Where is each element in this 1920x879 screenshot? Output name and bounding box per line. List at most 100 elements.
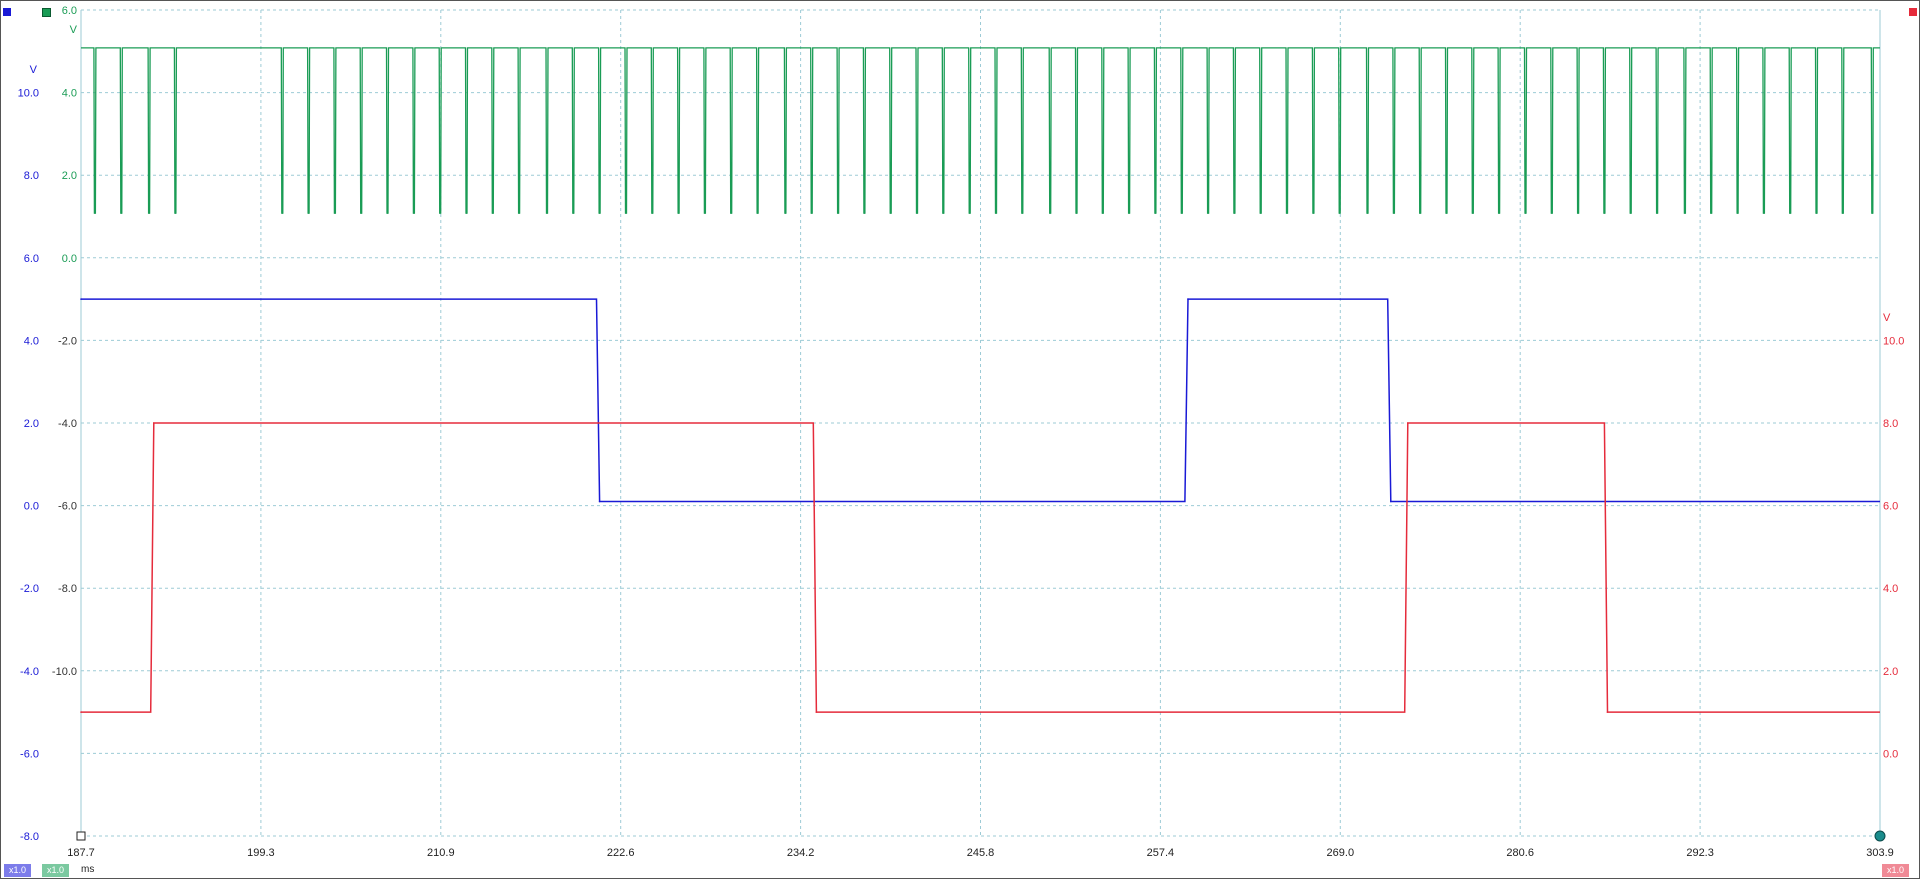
green-pulse-point: [1710, 212, 1712, 214]
grey-axis-tick: -10.0: [52, 666, 77, 678]
red-segment-point: [1606, 711, 1609, 713]
green-channel-marker[interactable]: [42, 8, 51, 17]
blue-segment-point: [1390, 500, 1392, 503]
green-pulse-point: [281, 212, 284, 214]
grey-axis-tick: -8.0: [58, 583, 77, 595]
green-pulse-point: [413, 212, 415, 214]
red-axis-tick: 4.0: [1883, 583, 1898, 595]
axis-labels: 187.7 199.3 210.9 222.6 234.2 245.8 257.4 269.0…: [18, 5, 1905, 859]
red-segment-point: [80, 711, 82, 713]
red-axis-unit: V: [1883, 312, 1891, 324]
x-tick-label: 210.9: [427, 847, 455, 859]
green-scale-badge[interactable]: x1.0: [42, 864, 70, 877]
grey-axis-tick: -6.0: [58, 501, 77, 513]
green-pulse-point: [1815, 212, 1818, 214]
green-pulse-point: [968, 212, 971, 214]
red-scale-badge[interactable]: x1.0: [1882, 864, 1910, 877]
green-pulse-point: [1603, 212, 1606, 214]
green-pulse-point: [465, 212, 468, 214]
green-pulse-point: [1021, 212, 1024, 214]
green-pulse-point: [1207, 212, 1209, 214]
red-channel-marker[interactable]: [1909, 8, 1917, 16]
blue-axis-tick: 2.0: [24, 418, 39, 430]
green-pulse-point: [1393, 212, 1395, 214]
blue-segment-point: [80, 298, 82, 300]
green-axis-tick: 2.0: [62, 170, 77, 182]
green-pulse-point: [1524, 212, 1527, 214]
green-pulse-point: [1102, 212, 1104, 214]
green-pulse-point: [730, 212, 732, 214]
grey-axis-tick: -2.0: [58, 335, 77, 347]
green-pulse-point: [598, 212, 601, 214]
left-cursor-marker: [76, 831, 86, 841]
blue-segment-point: [1187, 298, 1189, 300]
green-pulse-point: [1181, 212, 1183, 214]
blue-channel-marker[interactable]: [3, 8, 11, 16]
x-tick-label: 269.0: [1327, 847, 1355, 859]
green-pulse-point: [1656, 212, 1658, 214]
blue-axis-tick: -4.0: [20, 666, 39, 678]
green-pulse-point: [1577, 212, 1579, 214]
green-pulse-point: [1842, 212, 1844, 214]
green-pulse-point: [1154, 212, 1157, 214]
green-pulse-point: [1286, 212, 1288, 214]
x-tick-label: 257.4: [1147, 847, 1175, 859]
blue-axis-tick: -8.0: [20, 831, 39, 843]
green-pulse-point: [386, 212, 389, 214]
blue-axis-tick: 8.0: [24, 170, 39, 182]
x-tick-label: 199.3: [247, 847, 275, 859]
green-pulse-point: [94, 212, 96, 214]
green-pulse-point: [1259, 212, 1262, 214]
green-pulse-point: [1366, 212, 1369, 214]
red-axis-tick: 10.0: [1883, 335, 1904, 347]
traces: [80, 47, 1880, 713]
x-tick-label: 280.6: [1506, 847, 1534, 859]
green-pulse-point: [756, 212, 759, 214]
x-tick-label: 234.2: [787, 847, 815, 859]
green-pulse-point: [1049, 212, 1051, 214]
green-pulse-point: [360, 212, 363, 214]
x-tick-label: 187.7: [67, 847, 95, 859]
blue-axis-unit: V: [30, 64, 38, 76]
green-axis-tick: 4.0: [62, 88, 77, 100]
green-pulse-point: [1629, 212, 1632, 214]
red-axis-tick: 0.0: [1883, 748, 1898, 760]
green-pulse-point: [1684, 212, 1686, 214]
blue-axis-tick: 10.0: [18, 88, 39, 100]
blue-axis-tick: 4.0: [24, 335, 39, 347]
green-pulse-point: [651, 212, 654, 214]
green-pulse-point: [625, 212, 627, 214]
blue-axis-tick: 0.0: [24, 501, 39, 513]
green-pulse-point: [334, 212, 336, 214]
green-pulse-point: [148, 212, 150, 214]
green-pulse-point: [784, 212, 787, 214]
blue-scale-badge[interactable]: x1.0: [4, 864, 32, 877]
green-pulse-point: [995, 212, 997, 214]
x-tick-label: 222.6: [607, 847, 635, 859]
green-axis-tick: 0.0: [62, 253, 77, 265]
blue-segment-point: [598, 500, 601, 503]
green-pulse-point: [837, 212, 839, 214]
green-pulse-point: [572, 212, 575, 214]
green-pulse-point: [1736, 212, 1739, 214]
green-pulse-point: [1871, 212, 1874, 214]
red-axis-tick: 2.0: [1883, 666, 1898, 678]
green-axis-unit: V: [70, 24, 78, 36]
green-pulse-point: [1763, 212, 1765, 214]
red-segment-point: [1407, 422, 1409, 424]
green-pulse-point: [1419, 212, 1421, 214]
red-segment-point: [815, 711, 818, 713]
green-axis-tick: 6.0: [62, 5, 77, 17]
green-pulse-point: [1128, 212, 1130, 214]
green-pulse-point: [942, 212, 945, 214]
green-pulse-point: [677, 212, 680, 214]
green-pulse-point: [1551, 212, 1553, 214]
time-unit-label: ms: [81, 864, 95, 875]
green-pulse-point: [889, 212, 892, 214]
green-pulse-point: [1445, 212, 1448, 214]
x-tick-label: 303.9: [1866, 847, 1894, 859]
green-pulse-point: [439, 212, 442, 214]
blue-axis-tick: -2.0: [20, 583, 39, 595]
green-pulse-point: [518, 212, 520, 214]
green-pulse-point: [1472, 212, 1474, 214]
